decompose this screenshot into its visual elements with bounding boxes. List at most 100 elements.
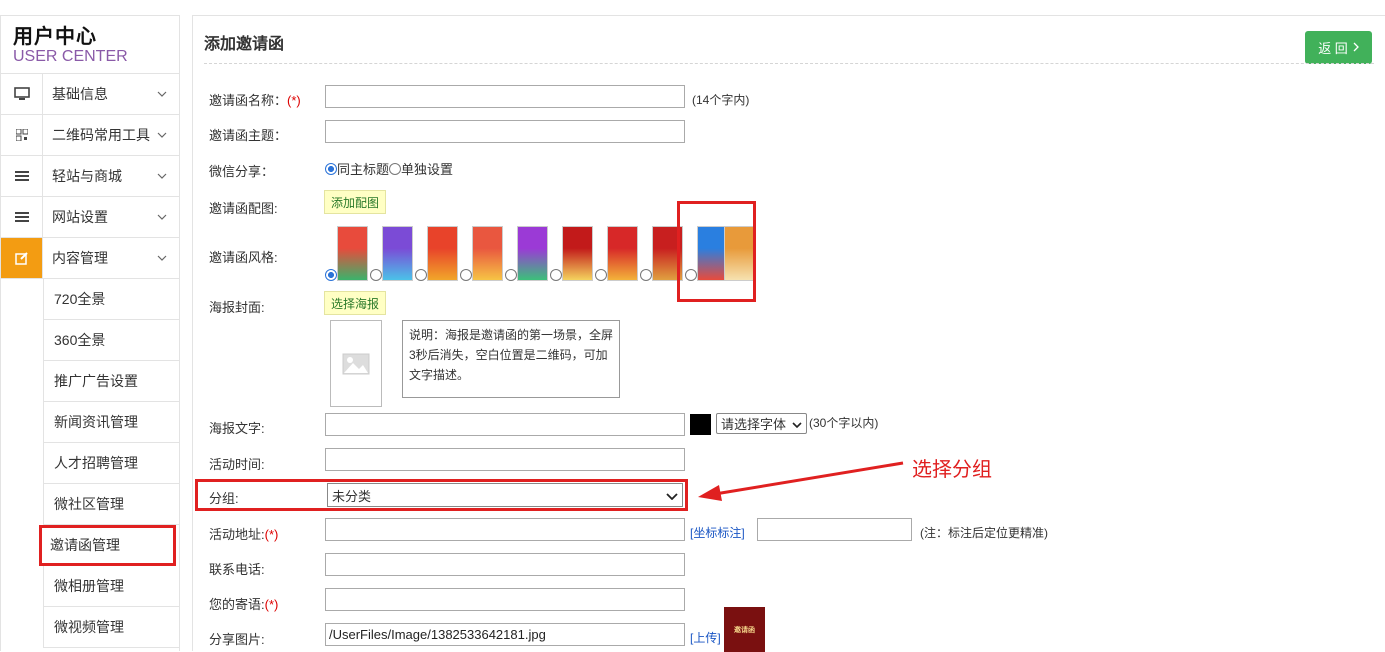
choose-poster-button[interactable]: 选择海报 — [324, 291, 387, 315]
menu-label: 轻站与商城 — [52, 168, 122, 184]
menu-label: 基础信息 — [52, 86, 108, 102]
chevron-down-icon — [157, 129, 179, 141]
group-label: 分组: — [209, 491, 239, 506]
sub-item-community[interactable]: 微社区管理 — [43, 484, 179, 525]
list-icon — [1, 197, 43, 237]
style-label: 邀请函风格: — [209, 250, 278, 265]
style-thumbnail[interactable] — [427, 226, 458, 281]
time-label: 活动时间: — [209, 457, 265, 472]
address-input[interactable] — [325, 518, 685, 541]
chevron-down-icon — [157, 88, 179, 100]
style-radio[interactable] — [370, 269, 382, 281]
radio-separate-label: 单独设置 — [401, 162, 454, 177]
logo-title: 用户中心 — [13, 26, 97, 48]
poster-image-placeholder[interactable] — [330, 320, 382, 407]
sidebar: 用户中心 USER CENTER 基础信息 二维码常用工具 轻站与商城 网站设置 — [0, 15, 180, 651]
image-label: 邀请函配图: — [209, 201, 278, 216]
sub-item-ad[interactable]: 推广广告设置 — [43, 361, 179, 402]
style-thumbnail[interactable] — [472, 226, 503, 281]
style-radio[interactable] — [325, 269, 337, 281]
share-image-input[interactable]: /UserFiles/Image/1382533642181.jpg — [325, 623, 685, 646]
coordinate-link[interactable]: [坐标标注] — [690, 524, 745, 541]
style-thumbnail[interactable] — [382, 226, 413, 281]
style-radio[interactable] — [640, 269, 652, 281]
sub-item-album[interactable]: 微相册管理 — [43, 566, 179, 607]
style-radio[interactable] — [415, 269, 427, 281]
message-label: 您的寄语:(*) — [209, 597, 279, 612]
radio-same-title-label: 同主标题 — [337, 162, 390, 177]
chevron-down-icon — [157, 252, 179, 264]
style-thumbnail[interactable] — [562, 226, 593, 281]
style-highlight-box — [677, 201, 756, 302]
annotation-label: 选择分组 — [912, 459, 992, 481]
sub-item-360[interactable]: 360全景 — [43, 320, 179, 361]
menu-label: 二维码常用工具 — [52, 127, 150, 143]
back-label: 返 回 — [1318, 41, 1348, 56]
name-hint: (14个字内) — [692, 93, 750, 107]
share-image-thumbnail: 邀请函 — [724, 607, 765, 652]
style-radio[interactable] — [460, 269, 472, 281]
radio-same-title[interactable] — [325, 162, 337, 175]
back-button[interactable]: 返 回 — [1305, 31, 1372, 64]
sub-item-video[interactable]: 微视频管理 — [43, 607, 179, 648]
poster-description: 说明：海报是邀请函的第一场景，全屏3秒后消失，空白位置是二维码，可加文字描述。 — [402, 320, 620, 398]
radio-separate[interactable] — [389, 162, 402, 175]
chevron-down-icon — [157, 211, 179, 223]
name-label: 邀请函名称：(*) — [209, 93, 301, 108]
font-select[interactable]: 请选择字体 — [716, 413, 807, 434]
sub-item-jobs[interactable]: 人才招聘管理 — [43, 443, 179, 484]
poster-text-hint: (30个字以内) — [809, 416, 879, 430]
sub-item-invitation[interactable]: 邀请函管理 — [39, 525, 176, 566]
theme-input[interactable] — [325, 120, 685, 143]
main-panel: 添加邀请函 返 回 邀请函名称：(*) (14个字内) 邀请函主题： 微信分享：… — [192, 15, 1385, 652]
menu-item-site-mall[interactable]: 轻站与商城 — [1, 156, 179, 197]
title-divider — [204, 63, 1374, 64]
chevron-right-icon — [1353, 40, 1359, 55]
share-image-label: 分享图片: — [209, 632, 265, 647]
upload-link[interactable]: [上传] — [690, 629, 721, 646]
wechat-share-label: 微信分享： — [209, 164, 275, 179]
chevron-down-icon — [792, 416, 802, 431]
page-title: 添加邀请函 — [204, 36, 285, 53]
poster-text-input[interactable] — [325, 413, 685, 436]
wechat-share-options: 同主标题 单独设置 — [325, 159, 453, 178]
add-image-button[interactable]: 添加配图 — [324, 190, 387, 214]
menu-item-site-settings[interactable]: 网站设置 — [1, 197, 179, 238]
qrcode-icon — [1, 115, 43, 155]
chevron-down-icon — [666, 488, 678, 503]
chevron-down-icon — [157, 170, 179, 182]
menu-item-basic-info[interactable]: 基础信息 — [1, 74, 179, 115]
menu-label: 内容管理 — [52, 250, 108, 266]
logo-subtitle: USER CENTER — [13, 48, 128, 65]
edit-icon — [1, 238, 43, 278]
message-input[interactable] — [325, 588, 685, 611]
address-label: 活动地址:(*) — [209, 527, 279, 542]
style-radio[interactable] — [595, 269, 607, 281]
style-thumbnail[interactable] — [517, 226, 548, 281]
name-input[interactable] — [325, 85, 685, 108]
phone-input[interactable] — [325, 553, 685, 576]
style-thumbnail[interactable] — [337, 226, 368, 281]
address-hint: (注：标注后定位更精准) — [920, 526, 1048, 540]
logo: 用户中心 USER CENTER — [1, 16, 179, 74]
color-picker-swatch[interactable] — [690, 414, 711, 435]
sub-item-720[interactable]: 720全景 — [43, 279, 179, 320]
phone-label: 联系电话: — [209, 562, 265, 577]
style-radio[interactable] — [505, 269, 517, 281]
image-icon — [342, 353, 370, 374]
time-input[interactable] — [325, 448, 685, 471]
sub-item-news[interactable]: 新闻资讯管理 — [43, 402, 179, 443]
theme-label: 邀请函主题： — [209, 128, 288, 143]
menu-item-qrcode-tools[interactable]: 二维码常用工具 — [1, 115, 179, 156]
style-thumbnail[interactable] — [607, 226, 638, 281]
annotation-arrow — [698, 461, 904, 501]
poster-text-label: 海报文字: — [209, 421, 265, 436]
poster-label: 海报封面: — [209, 300, 265, 315]
menu-label: 网站设置 — [52, 209, 108, 225]
menu-item-content[interactable]: 内容管理 — [1, 238, 179, 279]
list-icon — [1, 156, 43, 196]
coordinate-input[interactable] — [757, 518, 912, 541]
style-radio[interactable] — [550, 269, 562, 281]
monitor-icon — [1, 74, 43, 114]
group-select[interactable]: 未分类 — [327, 483, 683, 507]
